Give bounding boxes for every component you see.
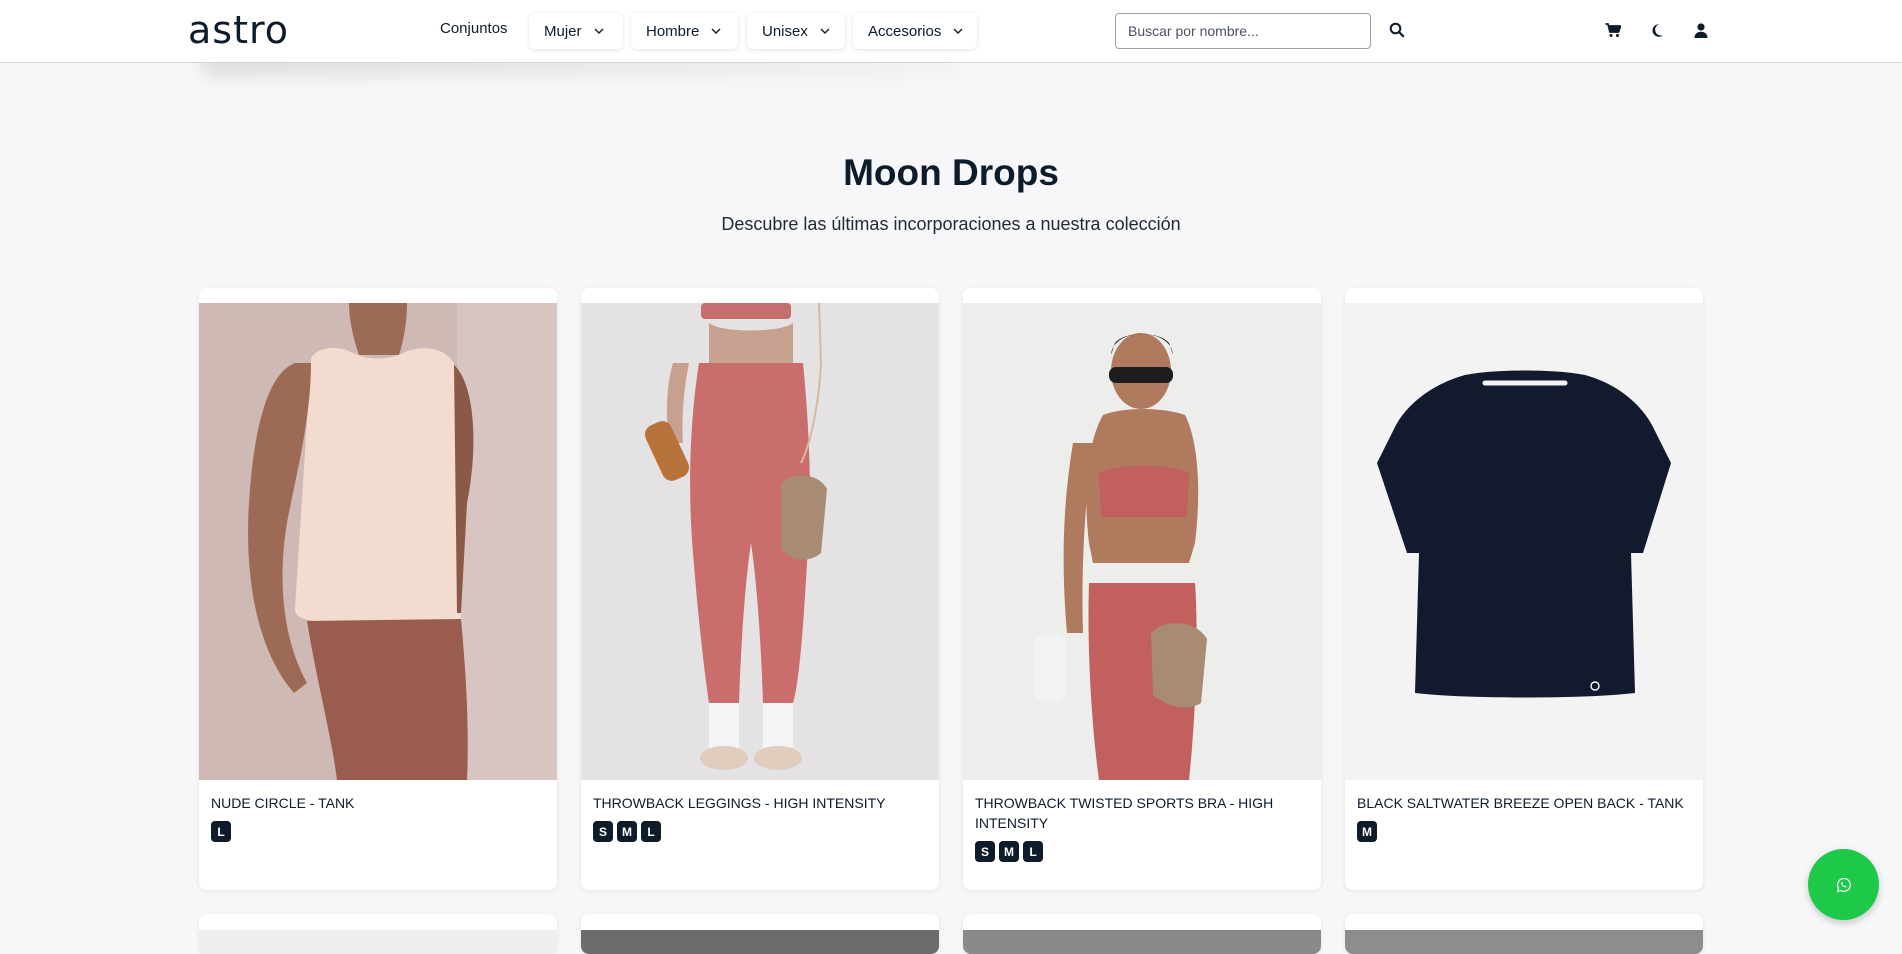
product-name[interactable]: BLACK SALTWATER BREEZE OPEN BACK - TANK — [1357, 793, 1687, 813]
product-image[interactable] — [581, 303, 939, 780]
size-badge: L — [641, 821, 661, 842]
size-badge: S — [975, 841, 995, 862]
product-image[interactable] — [199, 930, 557, 954]
size-badge: S — [593, 821, 613, 842]
size-badge: L — [211, 821, 231, 842]
nav-hombre-dropdown[interactable]: Hombre — [631, 13, 738, 49]
size-badge: M — [617, 821, 637, 842]
product-name[interactable]: NUDE CIRCLE - TANK — [211, 793, 541, 813]
product-card[interactable]: BLACK SALTWATER BREEZE OPEN BACK - TANK … — [1345, 288, 1703, 890]
product-name[interactable]: THROWBACK TWISTED SPORTS BRA - HIGH INTE… — [975, 793, 1305, 833]
site-header: astro Conjuntos Mujer Hombre Unisex Acce… — [0, 0, 1902, 63]
product-card[interactable]: THROWBACK LEGGINGS - HIGH INTENSITY S M … — [581, 288, 939, 890]
chevron-down-icon — [594, 28, 604, 34]
nav-unisex-dropdown[interactable]: Unisex — [747, 13, 845, 49]
nav-conjuntos[interactable]: Conjuntos — [440, 20, 508, 37]
product-card[interactable] — [963, 914, 1321, 954]
search-input[interactable] — [1115, 13, 1371, 49]
chevron-down-icon — [711, 28, 721, 34]
whatsapp-icon — [1836, 877, 1852, 893]
product-card[interactable] — [199, 914, 557, 954]
search-icon[interactable] — [1387, 20, 1407, 40]
moon-icon[interactable] — [1647, 20, 1667, 40]
whatsapp-button[interactable] — [1808, 849, 1879, 920]
chevron-down-icon — [820, 28, 830, 34]
size-badge: M — [1357, 821, 1377, 842]
chevron-down-icon — [953, 28, 963, 34]
section-title: Moon Drops — [843, 152, 1059, 193]
user-icon[interactable] — [1691, 20, 1711, 40]
section-subtitle: Descubre las últimas incorporaciones a n… — [721, 214, 1181, 234]
product-image[interactable] — [1345, 303, 1703, 780]
nav-mujer-dropdown[interactable]: Mujer — [529, 13, 623, 49]
nav-accesorios-dropdown[interactable]: Accesorios — [853, 13, 977, 49]
product-name[interactable]: THROWBACK LEGGINGS - HIGH INTENSITY — [593, 793, 923, 813]
product-card[interactable]: NUDE CIRCLE - TANK L — [199, 288, 557, 890]
nav-hombre-label: Hombre — [646, 22, 700, 40]
size-badges: S M L — [593, 821, 661, 842]
nav-mujer-label: Mujer — [544, 22, 582, 40]
nav-unisex-label: Unisex — [762, 22, 808, 40]
product-card[interactable]: THROWBACK TWISTED SPORTS BRA - HIGH INTE… — [963, 288, 1321, 890]
size-badge: L — [1023, 841, 1043, 862]
product-image[interactable] — [199, 303, 557, 780]
product-image[interactable] — [963, 930, 1321, 954]
cart-icon[interactable] — [1603, 20, 1623, 40]
size-badge: M — [999, 841, 1019, 862]
size-badges: L — [211, 821, 231, 842]
product-card[interactable] — [581, 914, 939, 954]
size-badges: M — [1357, 821, 1377, 842]
product-image[interactable] — [1345, 930, 1703, 954]
size-badges: S M L — [975, 841, 1043, 862]
product-image[interactable] — [581, 930, 939, 954]
product-image[interactable] — [963, 303, 1321, 780]
brand-logo[interactable]: astro — [188, 8, 289, 52]
nav-accesorios-label: Accesorios — [868, 22, 942, 40]
product-card[interactable] — [1345, 914, 1703, 954]
